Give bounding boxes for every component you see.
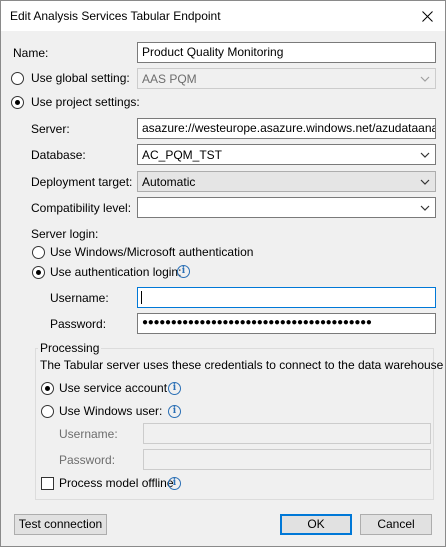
server-login-label: Server login: bbox=[31, 227, 99, 241]
database-value: AC_PQM_TST bbox=[142, 148, 223, 162]
global-setting-label: Use global setting: bbox=[31, 71, 130, 85]
username-label: Username: bbox=[50, 291, 109, 305]
processing-title: Processing bbox=[38, 341, 102, 355]
server-field[interactable]: asazure://westeurope.asazure.windows.net… bbox=[137, 118, 436, 139]
name-field[interactable]: Product Quality Monitoring bbox=[137, 42, 436, 63]
server-label: Server: bbox=[31, 122, 70, 136]
text-caret bbox=[141, 291, 142, 304]
cancel-button[interactable]: Cancel bbox=[360, 514, 432, 535]
ok-button[interactable]: OK bbox=[280, 514, 352, 535]
processing-password-label: Password: bbox=[59, 453, 116, 467]
windows-user-radio[interactable] bbox=[41, 405, 54, 418]
windows-auth-label: Use Windows/Microsoft authentication bbox=[50, 245, 254, 259]
password-label: Password: bbox=[50, 317, 107, 331]
processing-description: The Tabular server uses these credential… bbox=[40, 358, 444, 372]
deployment-target-combo[interactable]: Automatic bbox=[137, 171, 436, 192]
process-offline-checkbox[interactable] bbox=[41, 477, 54, 490]
info-icon[interactable]: i bbox=[168, 405, 181, 418]
database-label: Database: bbox=[31, 148, 86, 162]
info-icon[interactable]: i bbox=[177, 265, 190, 278]
password-field[interactable]: ●●●●●●●●●●●●●●●●●●●●●●●●●●●●●●●●●●●●●●●● bbox=[137, 313, 436, 334]
auth-login-radio[interactable] bbox=[32, 266, 45, 279]
process-offline-label: Process model offline bbox=[59, 476, 174, 490]
service-account-label: Use service account bbox=[59, 381, 168, 395]
processing-username-label: Username: bbox=[59, 427, 118, 441]
username-field[interactable] bbox=[137, 287, 436, 308]
auth-login-label: Use authentication login: bbox=[50, 265, 182, 279]
processing-username-field bbox=[143, 423, 431, 444]
compatibility-level-label: Compatibility level: bbox=[31, 201, 132, 215]
title-bar: Edit Analysis Services Tabular Endpoint bbox=[1, 1, 445, 31]
info-icon[interactable]: i bbox=[168, 382, 181, 395]
chevron-down-icon[interactable] bbox=[417, 198, 433, 217]
chevron-down-icon bbox=[417, 69, 433, 88]
windows-user-label: Use Windows user: bbox=[59, 404, 163, 418]
chevron-down-icon[interactable] bbox=[417, 145, 433, 164]
test-connection-button[interactable]: Test connection bbox=[14, 514, 107, 535]
deployment-target-label: Deployment target: bbox=[31, 175, 133, 189]
global-setting-radio[interactable] bbox=[11, 72, 24, 85]
global-setting-combo: AAS PQM bbox=[137, 68, 436, 89]
chevron-down-icon[interactable] bbox=[417, 172, 433, 191]
close-button[interactable] bbox=[409, 2, 445, 31]
compatibility-level-combo[interactable] bbox=[137, 197, 436, 218]
info-icon[interactable]: i bbox=[168, 477, 181, 490]
project-settings-label: Use project settings: bbox=[31, 95, 140, 109]
window-title: Edit Analysis Services Tabular Endpoint bbox=[10, 9, 221, 23]
deployment-target-value: Automatic bbox=[142, 175, 196, 189]
database-combo[interactable]: AC_PQM_TST bbox=[137, 144, 436, 165]
global-setting-value: AAS PQM bbox=[142, 72, 197, 86]
processing-password-field bbox=[143, 449, 431, 470]
close-icon bbox=[421, 11, 433, 22]
name-label: Name: bbox=[13, 46, 49, 60]
windows-auth-radio[interactable] bbox=[32, 246, 45, 259]
service-account-radio[interactable] bbox=[41, 382, 54, 395]
project-settings-radio[interactable] bbox=[11, 96, 24, 109]
